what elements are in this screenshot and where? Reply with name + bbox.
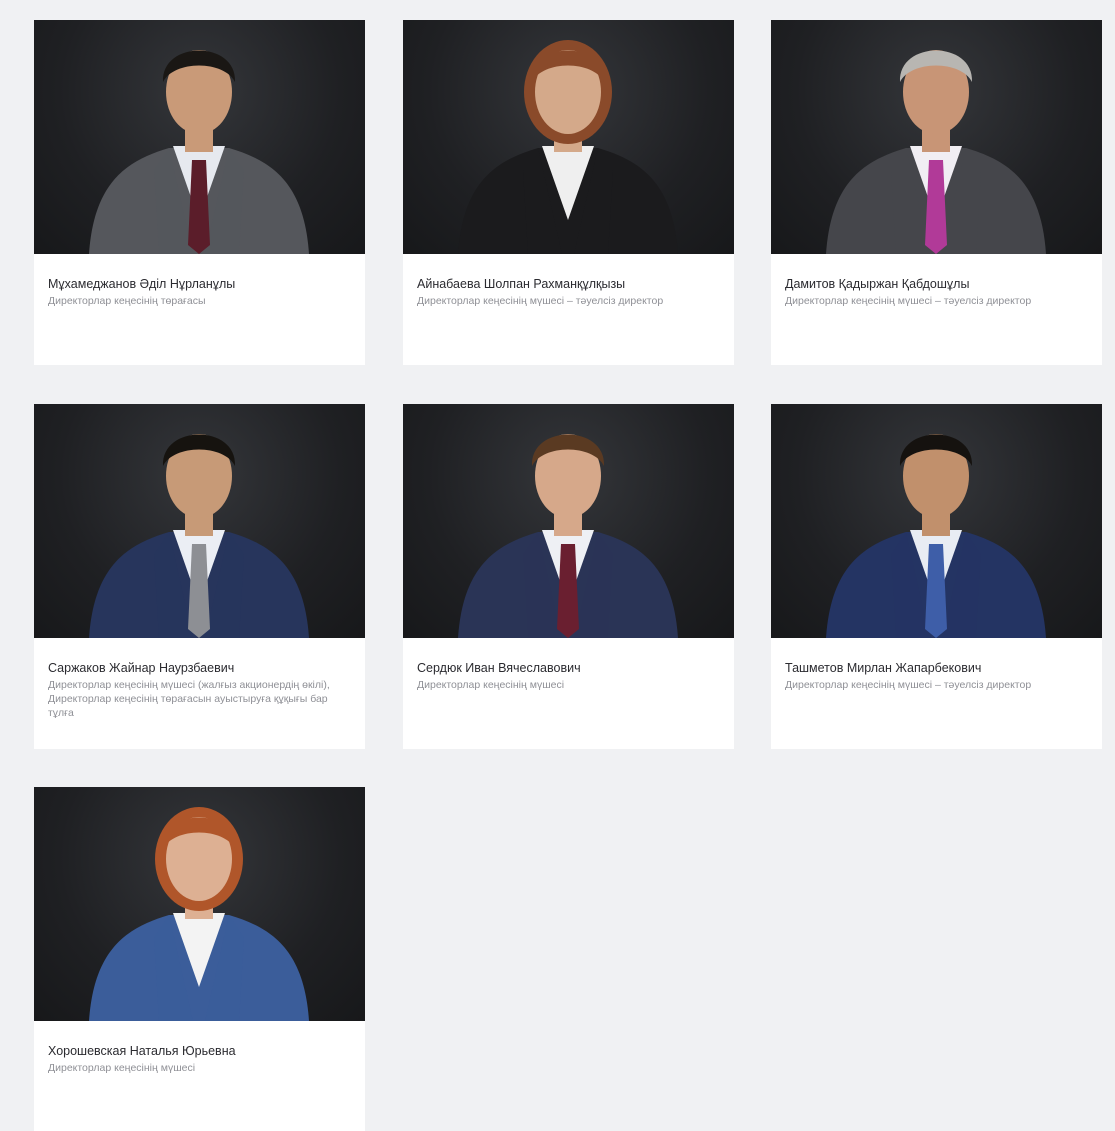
- member-role: Директорлар кеңесінің мүшесі: [417, 679, 565, 691]
- member-card[interactable]: Айнабаева Шолпан Рахманқұлқызы Директорл…: [403, 20, 734, 365]
- member-role: Директорлар кеңесінің мүшесі (жалғыз акц…: [48, 679, 330, 719]
- member-name: Ташметов Мирлан Жапарбекович: [785, 661, 982, 675]
- member-role: Директорлар кеңесінің мүшесі: [48, 1062, 196, 1074]
- member-card[interactable]: Дамитов Қадыржан Қабдошұлы Директорлар к…: [771, 20, 1102, 365]
- member-card[interactable]: Мұхамеджанов Әділ Нұрланұлы Директорлар …: [34, 20, 365, 365]
- member-name: Саржаков Жайнар Наурзбаевич: [48, 661, 235, 675]
- member-role: Директорлар кеңесінің мүшесі – тәуелсіз …: [785, 679, 1032, 691]
- member-role: Директорлар кеңесінің мүшесі – тәуелсіз …: [785, 295, 1032, 307]
- member-photo: [771, 20, 1102, 254]
- member-name: Хорошевская Наталья Юрьевна: [48, 1044, 236, 1058]
- member-photo: [403, 20, 734, 254]
- member-photo: [771, 404, 1102, 638]
- member-photo: [403, 404, 734, 638]
- member-name: Мұхамеджанов Әділ Нұрланұлы: [48, 277, 236, 291]
- member-photo: [34, 20, 365, 254]
- board-members-grid: Мұхамеджанов Әділ Нұрланұлы Директорлар …: [0, 0, 1115, 1131]
- member-name: Айнабаева Шолпан Рахманқұлқызы: [417, 277, 626, 291]
- member-photo: [34, 404, 365, 638]
- member-card[interactable]: Сердюк Иван Вячеславович Директорлар кең…: [403, 404, 734, 749]
- member-role: Директорлар кеңесінің мүшесі – тәуелсіз …: [417, 295, 664, 307]
- member-photo: [34, 787, 365, 1021]
- member-role: Директорлар кеңесінің төрағасы: [48, 295, 206, 307]
- member-name: Дамитов Қадыржан Қабдошұлы: [785, 277, 970, 291]
- member-name: Сердюк Иван Вячеславович: [417, 661, 581, 675]
- member-card[interactable]: Саржаков Жайнар Наурзбаевич Директорлар …: [34, 404, 365, 749]
- member-card[interactable]: Ташметов Мирлан Жапарбекович Директорлар…: [771, 404, 1102, 749]
- member-card[interactable]: Хорошевская Наталья Юрьевна Директорлар …: [34, 787, 365, 1131]
